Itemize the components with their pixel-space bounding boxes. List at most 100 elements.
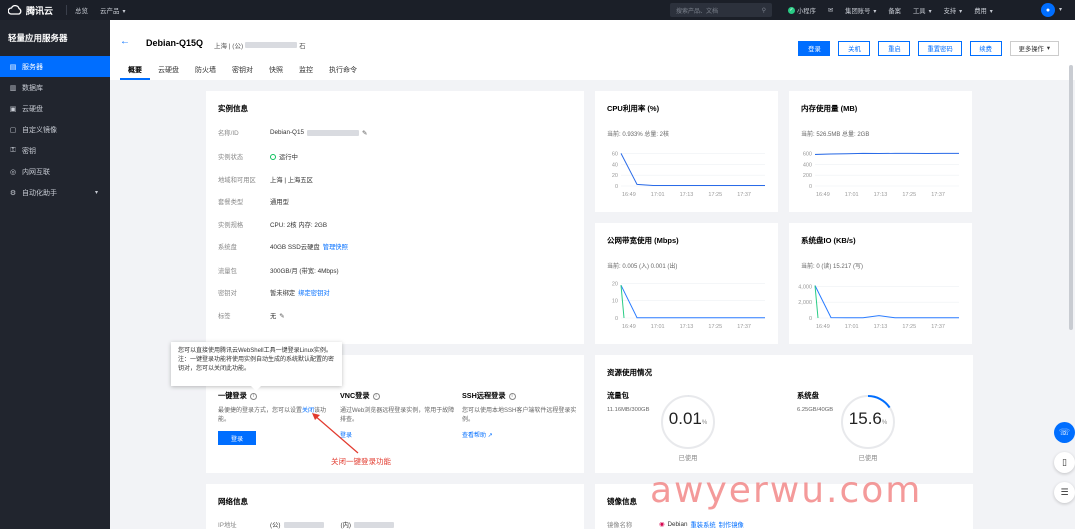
one-click-login-title: 一键登录 xyxy=(218,391,247,400)
billing-menu[interactable]: 费用 xyxy=(968,6,999,15)
search-icon[interactable]: ⚲ xyxy=(762,7,766,14)
shutdown-button[interactable]: 关机 xyxy=(838,41,871,56)
tab-keypair[interactable]: 密钥对 xyxy=(224,65,261,80)
edit-icon[interactable]: ✎ xyxy=(279,312,284,320)
search-placeholder: 搜索产品、文档 xyxy=(676,8,719,15)
sidebar-item-automation[interactable]: ⚙ 自动化助手 ▾ xyxy=(0,182,110,203)
y-tick-label: 0 xyxy=(615,316,618,322)
reinstall-link[interactable]: 重装系统 xyxy=(690,520,715,529)
masked-ip xyxy=(245,42,298,48)
user-avatar-icon[interactable]: ● xyxy=(1041,3,1055,17)
one-click-login-button[interactable]: 登录 xyxy=(218,431,256,445)
mini-program-link[interactable]: ✓ 小程序 xyxy=(782,6,822,15)
filing-link[interactable]: 备案 xyxy=(882,6,907,15)
products-menu[interactable]: 云产品 xyxy=(94,5,132,15)
info-key: 名称/ID xyxy=(218,130,239,137)
restart-button[interactable]: 重启 xyxy=(878,41,911,56)
sidebar-title: 轻量应用服务器 xyxy=(8,33,68,43)
info-key: 流量包 xyxy=(218,268,237,275)
x-tick-label: 16:49 xyxy=(816,192,830,198)
external-link-icon[interactable]: ↗ xyxy=(488,433,493,439)
y-tick-label: 40 xyxy=(612,162,618,168)
sidebar-item-disk[interactable]: ▣ 云硬盘 xyxy=(0,98,110,119)
database-icon: ▥ xyxy=(9,84,17,92)
tab-monitor[interactable]: 监控 xyxy=(291,65,321,80)
disk-value: 15.6 xyxy=(848,409,882,428)
cpu-line-chart: 0 20 40 60 16:49 17:01 17:13 17:25 17:37 xyxy=(612,151,765,198)
x-tick-label: 17:25 xyxy=(902,192,916,198)
manage-snapshot-link[interactable]: 管理快照 xyxy=(323,242,348,251)
info-value: 无 xyxy=(270,313,277,320)
y-tick-label: 4,000 xyxy=(798,284,812,290)
key-icon: ⚿ xyxy=(10,146,16,154)
info-icon[interactable]: i xyxy=(372,392,380,400)
mail-icon[interactable]: ✉ xyxy=(822,7,839,14)
brand-name: 腾讯云 xyxy=(26,5,54,16)
tab-firewall[interactable]: 防火墙 xyxy=(187,65,224,80)
more-actions-button[interactable]: 更多操作 xyxy=(1009,41,1059,56)
ip-suffix: 石 xyxy=(299,43,306,50)
info-key: 套餐类型 xyxy=(218,199,244,206)
sidebar: 轻量应用服务器 ▤ 服务器 ▥ 数据库 ▣ 云硬盘 ▢ 自定义镜像 ⚿ 密钥 ◎ 内网互联 … xyxy=(0,20,110,529)
support-menu[interactable]: 支持 xyxy=(938,6,969,15)
desc-text: 最便捷的登录方式，您可以设置 xyxy=(218,408,303,414)
watermark: awyerwu.com xyxy=(650,470,923,511)
bind-keypair-link[interactable]: 绑定密钥对 xyxy=(298,288,329,297)
back-arrow-icon[interactable]: ← xyxy=(120,36,130,47)
headset-icon[interactable]: ☏ xyxy=(1054,422,1075,443)
sidebar-item-key[interactable]: ⚿ 密钥 xyxy=(0,140,110,161)
ip-prefix: 上海 | (公) xyxy=(214,43,244,50)
edit-icon[interactable]: ✎ xyxy=(362,129,367,137)
sidebar-item-label: 内网互联 xyxy=(22,168,50,176)
disk-sub: 6.25GB/40GB xyxy=(797,407,834,413)
traffic-sub: 11.16MB/300GB xyxy=(607,407,650,413)
list-icon[interactable]: ☰ xyxy=(1054,482,1075,503)
make-image-link[interactable]: 制作镜像 xyxy=(719,520,744,529)
y-tick-label: 400 xyxy=(803,162,812,168)
info-row: 套餐类型 通用型 xyxy=(218,197,289,206)
tab-bar: 概要 云硬盘 防火墙 密钥对 快照 监控 执行命令 xyxy=(120,65,365,80)
divider xyxy=(66,5,67,15)
annotation-text: 关闭一键登录功能 xyxy=(331,457,391,466)
info-key: 实例规格 xyxy=(218,222,244,229)
sidebar-item-network[interactable]: ◎ 内网互联 xyxy=(0,161,110,182)
memory-line-chart: 0 200 400 600 16:49 17:01 17:13 17:25 17:37 xyxy=(803,151,959,198)
brand-logo[interactable]: 腾讯云 xyxy=(0,4,64,17)
x-tick-label: 17:25 xyxy=(902,324,916,330)
info-row: IP地址 (公) (内) xyxy=(218,520,394,529)
chevron-down-icon[interactable]: ▾ xyxy=(1059,6,1062,13)
group-account-menu[interactable]: 集团账号 xyxy=(839,6,882,15)
login-tooltip: 您可以直接使用腾讯云WebShell工具一键登录Linux实例。注：一键登录功能… xyxy=(171,342,342,391)
x-tick-label: 17:01 xyxy=(845,192,859,198)
ssh-help-link[interactable]: 查看帮助 xyxy=(462,433,486,439)
sidebar-item-custom-image[interactable]: ▢ 自定义镜像 xyxy=(0,119,110,140)
info-row: 地域和可用区 上海 | 上海五区 xyxy=(218,175,313,184)
tab-command[interactable]: 执行命令 xyxy=(321,65,365,80)
tab-overview[interactable]: 概要 xyxy=(120,65,150,80)
masked-ip xyxy=(283,521,324,528)
renew-button[interactable]: 续费 xyxy=(969,41,1002,56)
tab-disk[interactable]: 云硬盘 xyxy=(150,65,187,80)
card-title: 资源使用情况 xyxy=(607,368,652,377)
reset-password-button[interactable]: 重置密码 xyxy=(918,41,962,56)
scrollbar[interactable] xyxy=(1069,65,1073,330)
card-title: 网络信息 xyxy=(218,497,248,506)
sidebar-item-server[interactable]: ▤ 服务器 xyxy=(0,56,110,77)
sidebar-item-label: 自动化助手 xyxy=(22,189,57,197)
book-icon[interactable]: ▯ xyxy=(1054,452,1075,473)
info-icon[interactable]: i xyxy=(249,392,257,400)
masked-ip xyxy=(354,521,394,528)
tab-snapshot[interactable]: 快照 xyxy=(261,65,291,80)
login-button[interactable]: 登录 xyxy=(798,41,831,56)
memory-chart-card: 内存使用量 (MB) 当前: 526.5MB 总量: 2GB 0 200 400 60… xyxy=(789,91,972,212)
tools-menu[interactable]: 工具 xyxy=(907,6,938,15)
search-input[interactable]: 搜索产品、文档 ⚲ xyxy=(670,3,772,17)
ip-public-label: (公) xyxy=(270,522,281,529)
disk-title: 系统盘 xyxy=(797,391,819,400)
sidebar-item-database[interactable]: ▥ 数据库 xyxy=(0,77,110,98)
y-tick-label: 20 xyxy=(612,173,618,179)
traffic-percent: 0.01% xyxy=(658,409,718,429)
overview-link[interactable]: 总览 xyxy=(69,5,94,15)
info-key: 镜像名称 xyxy=(607,522,633,529)
info-icon[interactable]: i xyxy=(508,392,516,400)
